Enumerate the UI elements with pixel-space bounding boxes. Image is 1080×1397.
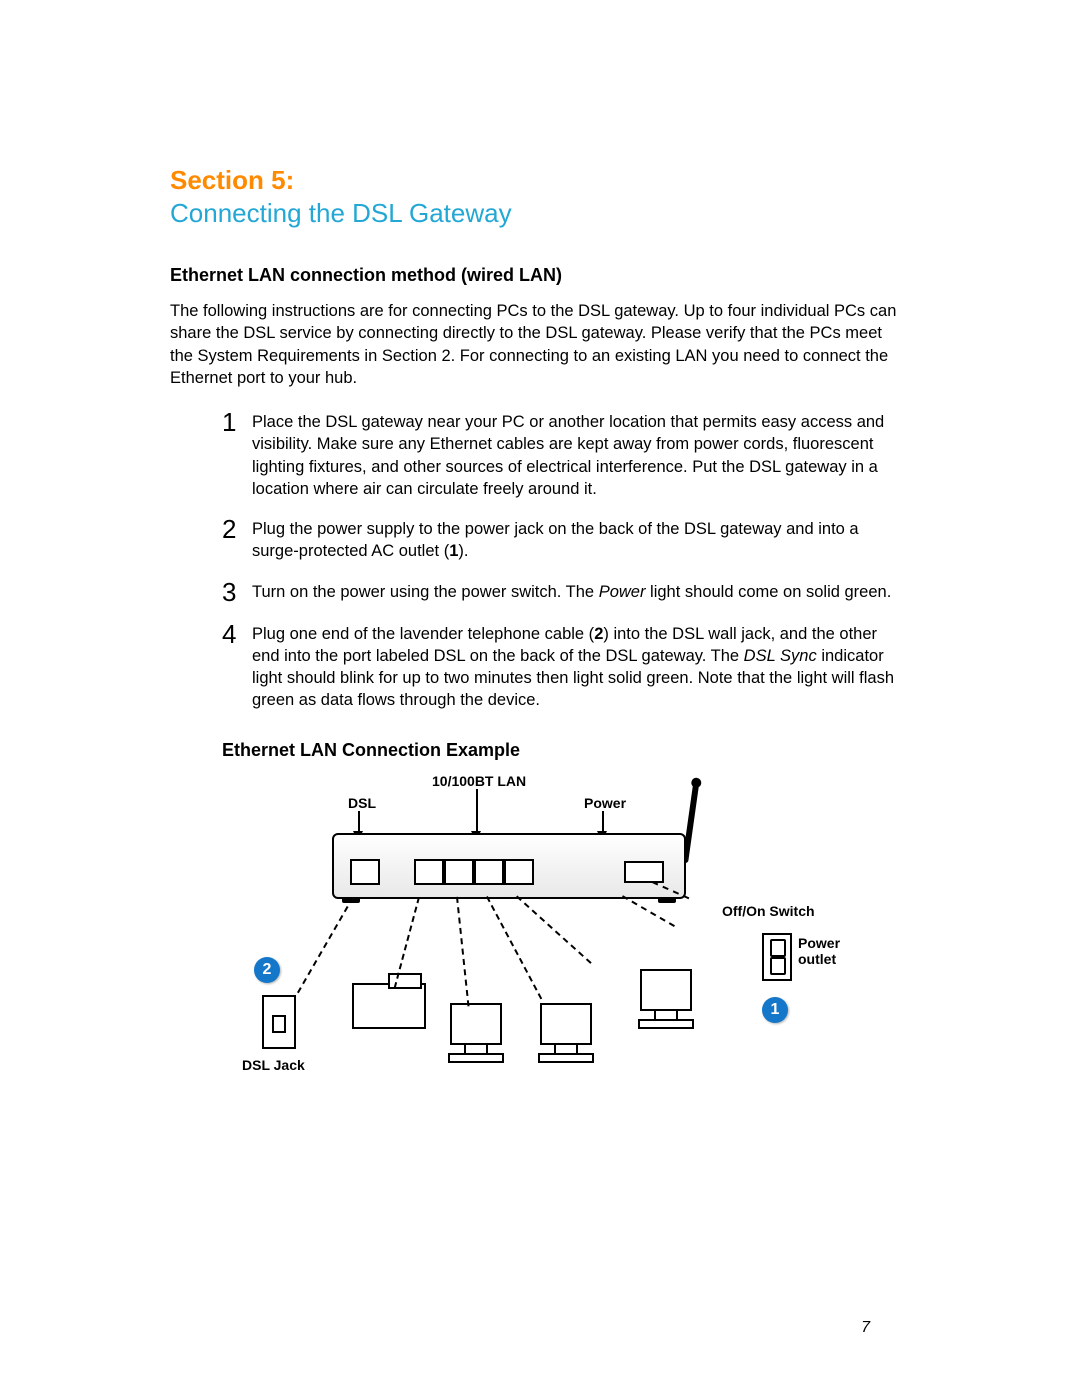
label-switch: Off/On Switch <box>722 903 815 919</box>
page-number: 7 <box>861 1319 870 1337</box>
pc-icon <box>442 1003 506 1063</box>
step-text: Plug the power supply to the power jack … <box>252 518 900 563</box>
port-icon <box>474 859 504 885</box>
step-text: Place the DSL gateway near your PC or an… <box>252 411 900 500</box>
heading-method: Ethernet LAN connection method (wired LA… <box>170 265 900 286</box>
step-number: 3 <box>222 579 252 605</box>
callout-1-badge: 1 <box>762 997 788 1023</box>
step-3: 3 Turn on the power using the power swit… <box>222 581 900 605</box>
label-lan: 10/100BT LAN <box>432 773 526 789</box>
label-dsl: DSL <box>348 795 376 811</box>
printer-icon <box>352 983 426 1029</box>
port-icon <box>504 859 534 885</box>
port-icon <box>444 859 474 885</box>
power-outlet-icon <box>762 933 792 981</box>
step-number: 1 <box>222 409 252 435</box>
section-title: Connecting the DSL Gateway <box>170 198 900 229</box>
arrow-line <box>602 811 604 833</box>
step-2: 2 Plug the power supply to the power jac… <box>222 518 900 563</box>
arrow-line <box>358 811 360 833</box>
dashed-line <box>516 895 592 963</box>
step-text: Turn on the power using the power switch… <box>252 581 900 603</box>
step-1: 1 Place the DSL gateway near your PC or … <box>222 411 900 500</box>
label-dsljack: DSL Jack <box>242 1057 305 1073</box>
step-number: 2 <box>222 516 252 542</box>
document-page: Section 5: Connecting the DSL Gateway Et… <box>0 0 1080 1397</box>
callout-2-badge: 2 <box>254 957 280 983</box>
step-number: 4 <box>222 621 252 647</box>
step-4: 4 Plug one end of the lavender telephone… <box>222 623 900 712</box>
arrow-line <box>476 789 478 833</box>
steps-list: 1 Place the DSL gateway near your PC or … <box>170 411 900 712</box>
port-icon <box>414 859 444 885</box>
pc-icon <box>632 969 696 1029</box>
section-label: Section 5: <box>170 165 900 196</box>
connection-diagram: 10/100BT LAN DSL Power Off/On Switch Pow… <box>222 773 862 1103</box>
step-text: Plug one end of the lavender telephone c… <box>252 623 900 712</box>
label-outlet: Power outlet <box>798 935 840 967</box>
port-icon <box>350 859 380 885</box>
wall-plate-icon <box>262 995 296 1049</box>
heading-example: Ethernet LAN Connection Example <box>222 740 900 761</box>
pc-icon <box>532 1003 596 1063</box>
label-power: Power <box>584 795 626 811</box>
switch-icon <box>624 861 664 883</box>
router-icon <box>332 833 686 899</box>
dashed-line <box>297 897 354 993</box>
dashed-line <box>456 897 469 1007</box>
intro-paragraph: The following instructions are for conne… <box>170 300 900 389</box>
